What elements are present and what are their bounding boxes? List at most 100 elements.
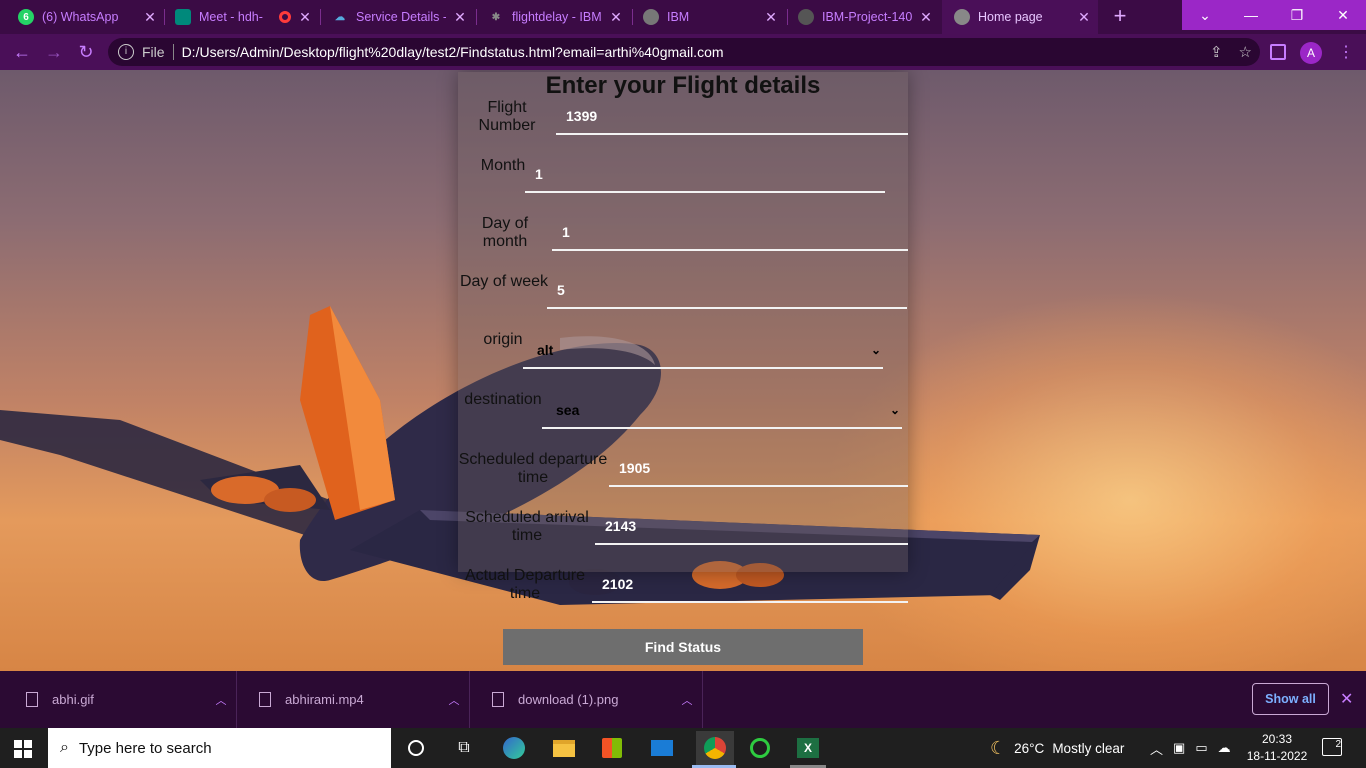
tab-label: IBM-Project-140 (822, 10, 912, 24)
close-icon[interactable]: ✕ (452, 9, 468, 26)
page-viewport: Enter your Flight details Flight Number … (0, 70, 1366, 671)
month-input[interactable] (525, 157, 885, 193)
origin-select[interactable]: alt ⌄ (523, 333, 883, 369)
share-icon[interactable]: ⇪ (1210, 43, 1223, 61)
cortana-icon[interactable] (402, 734, 430, 762)
search-icon: ⌕ (60, 739, 69, 756)
menu-icon[interactable]: ⋮ (1338, 42, 1354, 62)
weather-widget[interactable]: ☾ 26°C Mostly clear (990, 728, 1124, 768)
video-file-icon (259, 692, 271, 707)
scheduled-departure-input[interactable] (609, 451, 908, 487)
network-icon[interactable]: ☁ (1218, 740, 1231, 756)
download-filename: download (1).png (518, 692, 619, 707)
tab-ibm[interactable]: IBM ✕ (643, 0, 779, 34)
back-button[interactable]: ← (10, 40, 34, 64)
chevron-up-icon[interactable]: ︿ (672, 692, 702, 708)
notification-icon[interactable]: 2 (1322, 738, 1342, 756)
meet-now-icon[interactable]: ▣ (1173, 740, 1185, 756)
search-placeholder: Type here to search (78, 739, 212, 757)
destination-select[interactable]: sea ⌄ (542, 393, 902, 429)
star-icon[interactable]: ☆ (1239, 43, 1252, 61)
tab-label: (6) WhatsApp (42, 10, 119, 24)
tab-meet[interactable]: Meet - hdh- ✕ (175, 0, 313, 34)
flight-number-input[interactable] (556, 99, 908, 135)
battery-icon[interactable]: ▭ (1195, 740, 1207, 756)
info-icon[interactable]: i (118, 44, 134, 60)
url-text[interactable]: D:/Users/Admin/Desktop/flight%20dlay/tes… (182, 44, 724, 60)
actual-departure-label: Actual Departure time (464, 567, 586, 602)
globe-icon (643, 9, 659, 25)
close-window-button[interactable]: ✕ (1320, 0, 1366, 30)
file-explorer-icon[interactable] (550, 734, 578, 762)
download-filename: abhirami.mp4 (285, 692, 364, 707)
download-filename: abhi.gif (52, 692, 94, 707)
window-controls: ⌄ — ❐ ✕ (1182, 0, 1366, 30)
close-icon[interactable]: ✕ (297, 9, 313, 26)
edge-icon[interactable] (500, 734, 528, 762)
close-icon[interactable]: ✕ (918, 9, 934, 26)
profile-avatar[interactable]: A (1300, 42, 1322, 64)
destination-label: destination (464, 391, 542, 408)
reload-button[interactable]: ↻ (74, 40, 98, 64)
task-view-icon[interactable]: ⧉ (450, 734, 478, 762)
tab-separator (320, 9, 321, 25)
chrome-icon[interactable] (696, 731, 734, 765)
day-of-month-input[interactable] (552, 215, 908, 251)
tab-ibm-project[interactable]: IBM-Project-140 ✕ (798, 0, 934, 34)
chevron-up-icon[interactable]: ︿ (206, 692, 236, 708)
minimize-button[interactable]: — (1228, 0, 1274, 30)
tab-service-details[interactable]: ☁ Service Details - ✕ (332, 0, 468, 34)
tab-home-page[interactable]: Home page ✕ (942, 0, 1098, 34)
address-bar[interactable]: i File D:/Users/Admin/Desktop/flight%20d… (108, 38, 1260, 66)
windows-start-icon[interactable] (14, 740, 32, 758)
close-icon[interactable]: ✕ (608, 9, 624, 26)
day-of-week-input[interactable] (547, 273, 907, 309)
tab-label: Home page (978, 10, 1043, 24)
download-bar: abhi.gif ︿ abhirami.mp4 ︿ download (1).p… (0, 671, 1366, 728)
new-tab-button[interactable]: + (1108, 4, 1132, 28)
tab-flightdelay[interactable]: ✱ flightdelay - IBM ✕ (488, 0, 624, 34)
close-icon[interactable]: ✕ (1340, 689, 1353, 709)
form-panel (458, 72, 908, 572)
chevron-up-icon[interactable]: ︿ (439, 692, 469, 708)
mail-icon[interactable] (648, 734, 676, 762)
omnibox-separator (172, 44, 174, 60)
side-panel-icon[interactable] (1270, 44, 1286, 60)
taskbar-search-box[interactable]: ⌕ Type here to search (48, 728, 391, 768)
download-item[interactable]: download (1).png ︿ (470, 671, 703, 728)
day-of-week-label: Day of week (459, 273, 549, 290)
refresh-app-icon[interactable] (746, 734, 774, 762)
system-tray: ︿ ▣ ▭ ☁ (1150, 728, 1231, 768)
download-item[interactable]: abhi.gif ︿ (4, 671, 237, 728)
weather-temperature: 26°C (1014, 740, 1045, 756)
forward-button[interactable]: → (42, 40, 66, 64)
tab-label: Meet - hdh- (199, 10, 263, 24)
taskbar-clock[interactable]: 20:33 18-11-2022 (1244, 731, 1310, 765)
find-status-button[interactable]: Find Status (503, 629, 863, 665)
weather-description: Mostly clear (1052, 740, 1125, 756)
store-icon[interactable] (598, 734, 626, 762)
tab-separator (632, 9, 633, 25)
cloud-icon: ☁ (335, 11, 345, 23)
tab-search-button[interactable]: ⌄ (1182, 0, 1228, 30)
maximize-button[interactable]: ❐ (1274, 0, 1320, 30)
clock-date: 18-11-2022 (1246, 749, 1308, 763)
excel-icon[interactable]: X (794, 734, 822, 762)
file-icon (26, 692, 38, 707)
destination-selected-value: sea (556, 402, 580, 418)
scheme-label: File (142, 44, 165, 60)
close-icon[interactable]: ✕ (142, 9, 158, 26)
show-all-button[interactable]: Show all (1252, 683, 1329, 715)
clock-time: 20:33 (1261, 732, 1293, 746)
tab-label: Service Details - (356, 10, 446, 24)
omnibox-actions: ⇪ ☆ (1210, 43, 1252, 61)
actual-departure-input[interactable] (592, 567, 908, 603)
download-item[interactable]: abhirami.mp4 ︿ (237, 671, 470, 728)
chevron-down-icon: ⌄ (870, 343, 881, 357)
tab-whatsapp[interactable]: 6 (6) WhatsApp ✕ (18, 0, 158, 34)
close-icon[interactable]: ✕ (1076, 9, 1092, 26)
windows-taskbar: ⌕ Type here to search ⧉ X ☾ 26°C Mostly … (0, 728, 1366, 768)
chevron-up-icon[interactable]: ︿ (1150, 739, 1163, 758)
scheduled-arrival-input[interactable] (595, 509, 908, 545)
close-icon[interactable]: ✕ (763, 9, 779, 26)
